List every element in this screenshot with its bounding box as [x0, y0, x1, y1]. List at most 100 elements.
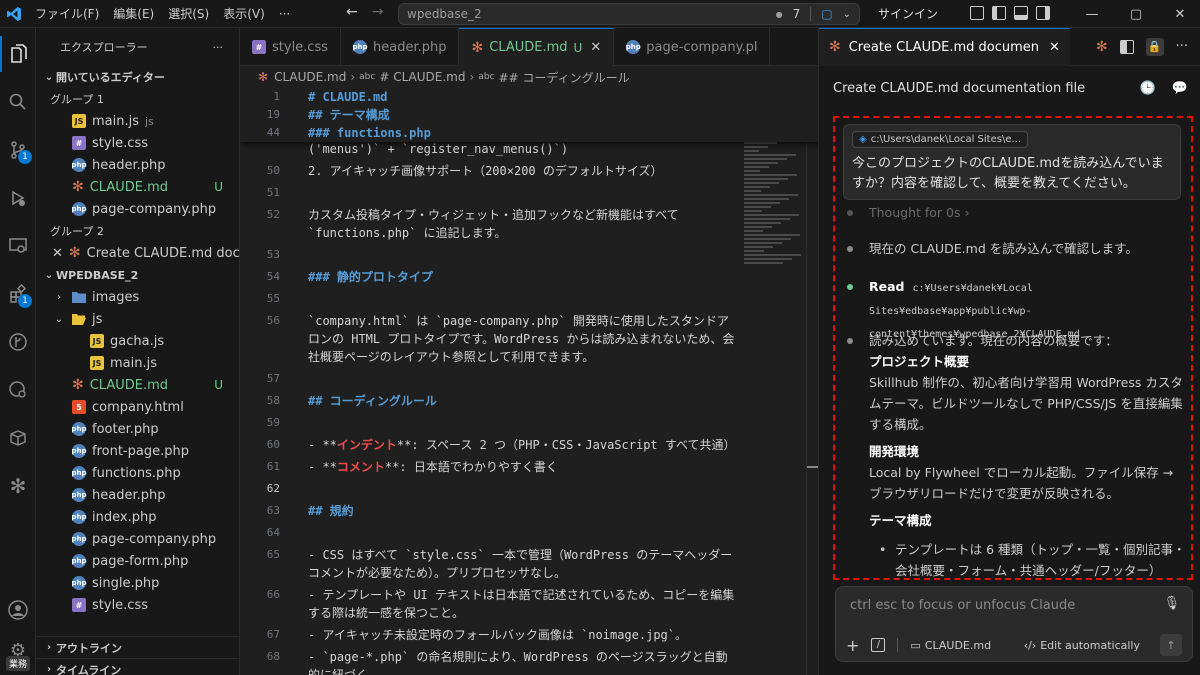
- tree-file[interactable]: php header.php: [36, 484, 239, 506]
- back-arrow-icon[interactable]: ←: [346, 4, 358, 20]
- tree-file[interactable]: php page-company.php: [36, 528, 239, 550]
- code-line[interactable]: 68 - `page-*.php` の命名規則により、WordPress のページ…: [240, 648, 740, 675]
- forward-arrow-icon[interactable]: →: [372, 4, 384, 20]
- command-center[interactable]: wpedbase_2 ● 7 ▢ ⌄: [398, 3, 860, 25]
- tree-folder[interactable]: › images: [36, 286, 239, 308]
- sticky-line[interactable]: 44 ### functions.php: [240, 124, 740, 142]
- split-editor-icon[interactable]: [1119, 39, 1134, 54]
- microphone-icon[interactable]: 🎙: [1163, 596, 1180, 611]
- code-line[interactable]: 52 カスタム投稿タイプ・ウィジェット・追加フックなど新機能はすべて `funct…: [240, 206, 740, 242]
- menu-file[interactable]: ファイル(F): [28, 0, 106, 28]
- close-icon[interactable]: ✕: [1049, 40, 1060, 55]
- breadcrumb-heading-2[interactable]: ## コーディングルール: [499, 69, 630, 86]
- maximize-icon[interactable]: ▢: [1114, 0, 1158, 28]
- send-button[interactable]: ↑: [1160, 634, 1182, 656]
- toggle-sidebar-icon[interactable]: [992, 6, 1006, 20]
- tree-file[interactable]: JS main.js: [36, 352, 239, 374]
- close-window-icon[interactable]: ✕: [1158, 0, 1200, 28]
- toggle-secondary-sidebar-icon[interactable]: [1036, 6, 1050, 20]
- wordpress-icon[interactable]: [0, 372, 36, 408]
- sticky-scroll[interactable]: 1 # CLAUDE.md 19 ## テーマ構成 44 ### functions.ph…: [240, 88, 818, 142]
- package-icon[interactable]: [0, 420, 36, 456]
- editor-scrollbar[interactable]: [806, 88, 818, 675]
- remote-explorer-icon[interactable]: [0, 228, 36, 264]
- explorer-icon[interactable]: [0, 36, 36, 72]
- tree-file[interactable]: php front-page.php: [36, 440, 239, 462]
- outline-section[interactable]: › アウトライン: [36, 636, 239, 658]
- add-context-icon[interactable]: +: [846, 636, 859, 655]
- code-line[interactable]: 67 - アイキャッチ未設定時のフォールバック画像は `noimage.jpg`。: [240, 626, 740, 644]
- source-control-icon[interactable]: 1: [0, 132, 36, 168]
- code-editor[interactable]: ('menus')` + `register_nav_menus()`) 50 2.…: [240, 88, 818, 675]
- chevron-down-icon[interactable]: ⌄: [843, 9, 851, 20]
- code-line[interactable]: 63 ## 規約: [240, 502, 740, 520]
- tree-file[interactable]: php page-form.php: [36, 550, 239, 572]
- menu-edit[interactable]: 編集(E): [106, 0, 161, 28]
- new-chat-icon[interactable]: 💬: [1172, 81, 1188, 96]
- tree-file[interactable]: ✻ CLAUDE.md U: [36, 374, 239, 396]
- run-debug-icon[interactable]: [0, 180, 36, 216]
- code-line[interactable]: 54 ### 静的プロトタイプ: [240, 268, 740, 286]
- tree-folder[interactable]: ⌄ js: [36, 308, 239, 330]
- chat-transcript[interactable]: ◈ c:\Users\danek\Local Sites\e... 今このプロジェ…: [833, 116, 1193, 580]
- code-line[interactable]: 50 2. アイキャッチ画像サポート（200×200 のデフォルトサイズ）: [240, 162, 740, 180]
- more-actions-icon[interactable]: ···: [1176, 39, 1188, 54]
- edit-mode-toggle[interactable]: ‹/› Edit automatically: [1024, 639, 1140, 652]
- chat-input-placeholder[interactable]: ctrl esc to focus or unfocus Claude: [850, 598, 1075, 613]
- project-section[interactable]: ⌄ WPEDBASE_2: [36, 264, 239, 286]
- tree-file[interactable]: php functions.php: [36, 462, 239, 484]
- open-editor-chat[interactable]: ✕ ✻ Create CLAUDE.md doc...: [36, 242, 239, 264]
- code-line[interactable]: 58 ## コーディングルール: [240, 392, 740, 410]
- breadcrumb-file[interactable]: CLAUDE.md: [274, 70, 346, 84]
- editor-tab[interactable]: # style.css: [240, 28, 341, 66]
- tree-file[interactable]: JS gacha.js: [36, 330, 239, 352]
- code-line[interactable]: 66 - テンプレートや UI テキストは日本語で記述されているため、コピーを編集…: [240, 586, 740, 622]
- more-actions-icon[interactable]: ···: [213, 41, 224, 54]
- lock-icon[interactable]: 🔒: [1145, 37, 1164, 56]
- breadcrumb-heading-1[interactable]: # CLAUDE.md: [379, 70, 465, 84]
- signin-button[interactable]: サインイン: [878, 0, 938, 28]
- timeline-section[interactable]: › タイムライン: [36, 658, 239, 675]
- editor-tab[interactable]: php page-company.pl: [614, 28, 771, 66]
- code-line[interactable]: 51: [240, 184, 740, 202]
- editor-tab[interactable]: php header.php: [341, 28, 460, 66]
- claude-chat-tab[interactable]: ✻ Create CLAUDE.md documen ✕: [819, 27, 1070, 66]
- context-chip[interactable]: ◈ c:\Users\danek\Local Sites\e...: [852, 131, 1029, 148]
- open-editor-item[interactable]: php header.php: [36, 154, 239, 176]
- code-line[interactable]: 61 - **コメント**: 日本語でわかりやすく書く: [240, 458, 740, 476]
- close-icon[interactable]: ✕: [590, 40, 601, 55]
- menu-selection[interactable]: 選択(S): [161, 0, 216, 28]
- toggle-panel-icon[interactable]: [1014, 6, 1028, 20]
- code-line[interactable]: 53: [240, 246, 740, 264]
- copilot-icon[interactable]: ▢: [821, 7, 832, 21]
- tree-file[interactable]: php footer.php: [36, 418, 239, 440]
- open-editor-item[interactable]: php page-company.php: [36, 198, 239, 220]
- sticky-line[interactable]: 1 # CLAUDE.md: [240, 88, 740, 106]
- file-chip[interactable]: ▭ CLAUDE.md: [910, 639, 991, 652]
- search-icon[interactable]: [0, 84, 36, 120]
- git-graph-icon[interactable]: [0, 324, 36, 360]
- tree-file[interactable]: 5 company.html: [36, 396, 239, 418]
- code-line[interactable]: 57: [240, 370, 740, 388]
- code-line[interactable]: 59: [240, 414, 740, 432]
- history-icon[interactable]: 🕒: [1140, 81, 1156, 96]
- chat-input[interactable]: ctrl esc to focus or unfocus Claude 🎙 + …: [835, 586, 1193, 662]
- tree-file[interactable]: # style.css: [36, 594, 239, 616]
- code-line[interactable]: 65 - CSS はすべて `style.css` 一本で管理（WordPress…: [240, 546, 740, 582]
- thought-step[interactable]: Thought for 0s ›: [847, 202, 1187, 223]
- code-line[interactable]: 64: [240, 524, 740, 542]
- claude-icon[interactable]: ✻: [0, 468, 36, 504]
- customize-layout-icon[interactable]: [970, 6, 984, 20]
- slash-command-icon[interactable]: /: [871, 638, 886, 652]
- account-icon[interactable]: [0, 592, 36, 628]
- code-line[interactable]: 62: [240, 480, 740, 498]
- open-editor-item[interactable]: ✻ CLAUDE.md U: [36, 176, 239, 198]
- tree-file[interactable]: php single.php: [36, 572, 239, 594]
- menu-view[interactable]: 表示(V): [216, 0, 272, 28]
- open-editors-section[interactable]: ⌄ 開いているエディター: [36, 66, 239, 88]
- minimize-icon[interactable]: —: [1070, 0, 1114, 28]
- code-line[interactable]: 56 `company.html` は `page-company.php` 開発…: [240, 312, 740, 366]
- code-line[interactable]: ('menus')` + `register_nav_menus()`): [240, 140, 740, 158]
- code-line[interactable]: 55: [240, 290, 740, 308]
- claude-new-icon[interactable]: ✻: [1096, 39, 1108, 55]
